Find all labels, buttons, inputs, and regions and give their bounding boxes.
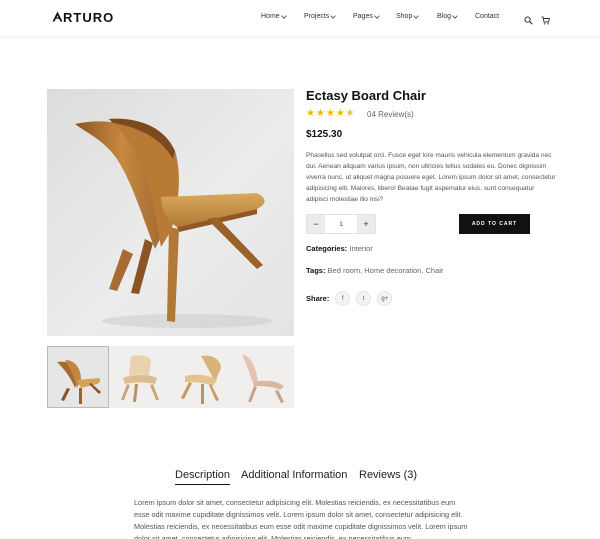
nav-home[interactable]: Home <box>261 12 287 20</box>
site-header: RTURO Home Projects Pages Shop Blog Cont… <box>0 0 600 36</box>
twitter-icon[interactable]: t <box>356 291 372 306</box>
qty-increase-button[interactable]: + <box>357 215 375 233</box>
nav-projects[interactable]: Projects <box>304 12 337 20</box>
star-icon: ★ <box>335 108 345 119</box>
tab-description[interactable]: Description <box>175 469 231 485</box>
product-thumbnails <box>47 346 294 408</box>
nav-pages[interactable]: Pages <box>353 12 380 20</box>
thumbnail-4-chair <box>242 354 285 403</box>
category-link[interactable]: Interior <box>349 244 372 253</box>
add-to-cart-button[interactable]: ADD TO CART <box>459 214 530 234</box>
nav-home-label: Home <box>261 13 280 20</box>
star-half-icon: ★ <box>345 108 355 119</box>
chair-illustration <box>75 118 272 328</box>
review-count-link[interactable]: 04 Review(s) <box>367 110 414 119</box>
qty-decrease-button[interactable]: − <box>307 215 325 233</box>
logo-a-mark <box>52 10 63 25</box>
product-description: Phasellus sed volutpat orci. Fusce eget … <box>306 152 556 203</box>
chevron-down-icon <box>280 12 287 19</box>
product-price: $125.30 <box>306 129 343 140</box>
chevron-down-icon <box>330 12 337 19</box>
rating-stars: ★ ★ ★ ★ ★ <box>306 109 355 119</box>
star-icon: ★ <box>315 108 325 119</box>
nav-blog[interactable]: Blog <box>437 12 458 20</box>
thumbnail-2-chair <box>120 355 159 402</box>
star-icon: ★ <box>306 108 315 119</box>
tags-row: Tags: Bed room, Home decoration, Chair <box>306 266 443 275</box>
thumbnail-3-chair <box>180 355 221 404</box>
categories-row: Categories: Interior <box>306 244 373 253</box>
search-icon[interactable] <box>524 12 534 25</box>
quantity-input[interactable]: 1 <box>325 215 357 233</box>
tag-links[interactable]: Bed room, Home decoration, Chair <box>328 266 444 275</box>
thumbnail-1[interactable] <box>47 346 109 408</box>
categories-label: Categories: <box>306 244 348 253</box>
tags-label: Tags: <box>306 266 326 275</box>
thumbnail-3[interactable] <box>170 346 233 408</box>
thumbnail-2[interactable] <box>108 346 171 408</box>
chevron-down-icon <box>374 12 380 19</box>
nav-contact-label: Contact <box>475 13 500 20</box>
thumbnail-1-chair <box>57 360 101 404</box>
product-title: Ectasy Board Chair <box>306 88 426 103</box>
logo-text: RTURO <box>63 10 115 25</box>
share-label: Share: <box>306 294 330 303</box>
tab-description-content: Lorem ipsum dolor sit amet, consectetur … <box>134 498 468 539</box>
share-row: Share: f t g+ <box>306 291 393 306</box>
nav-blog-label: Blog <box>437 13 452 20</box>
facebook-icon[interactable]: f <box>335 291 351 306</box>
tab-additional-information[interactable]: Additional Information <box>241 469 347 481</box>
google-plus-icon[interactable]: g+ <box>377 291 393 306</box>
nav-projects-label: Projects <box>304 13 330 20</box>
chevron-down-icon <box>413 12 420 19</box>
nav-contact[interactable]: Contact <box>475 13 499 20</box>
site-logo[interactable]: RTURO <box>52 10 114 25</box>
cart-icon[interactable] <box>541 12 551 25</box>
nav-shop-label: Shop <box>396 13 413 20</box>
nav-shop[interactable]: Shop <box>396 12 420 20</box>
nav-pages-label: Pages <box>353 13 373 20</box>
chevron-down-icon <box>452 12 458 19</box>
star-icon: ★ <box>325 108 335 119</box>
product-main-image[interactable] <box>47 89 294 336</box>
tab-reviews[interactable]: Reviews (3) <box>359 469 417 481</box>
thumbnail-4[interactable] <box>232 346 294 408</box>
quantity-stepper: − 1 + <box>306 214 376 234</box>
